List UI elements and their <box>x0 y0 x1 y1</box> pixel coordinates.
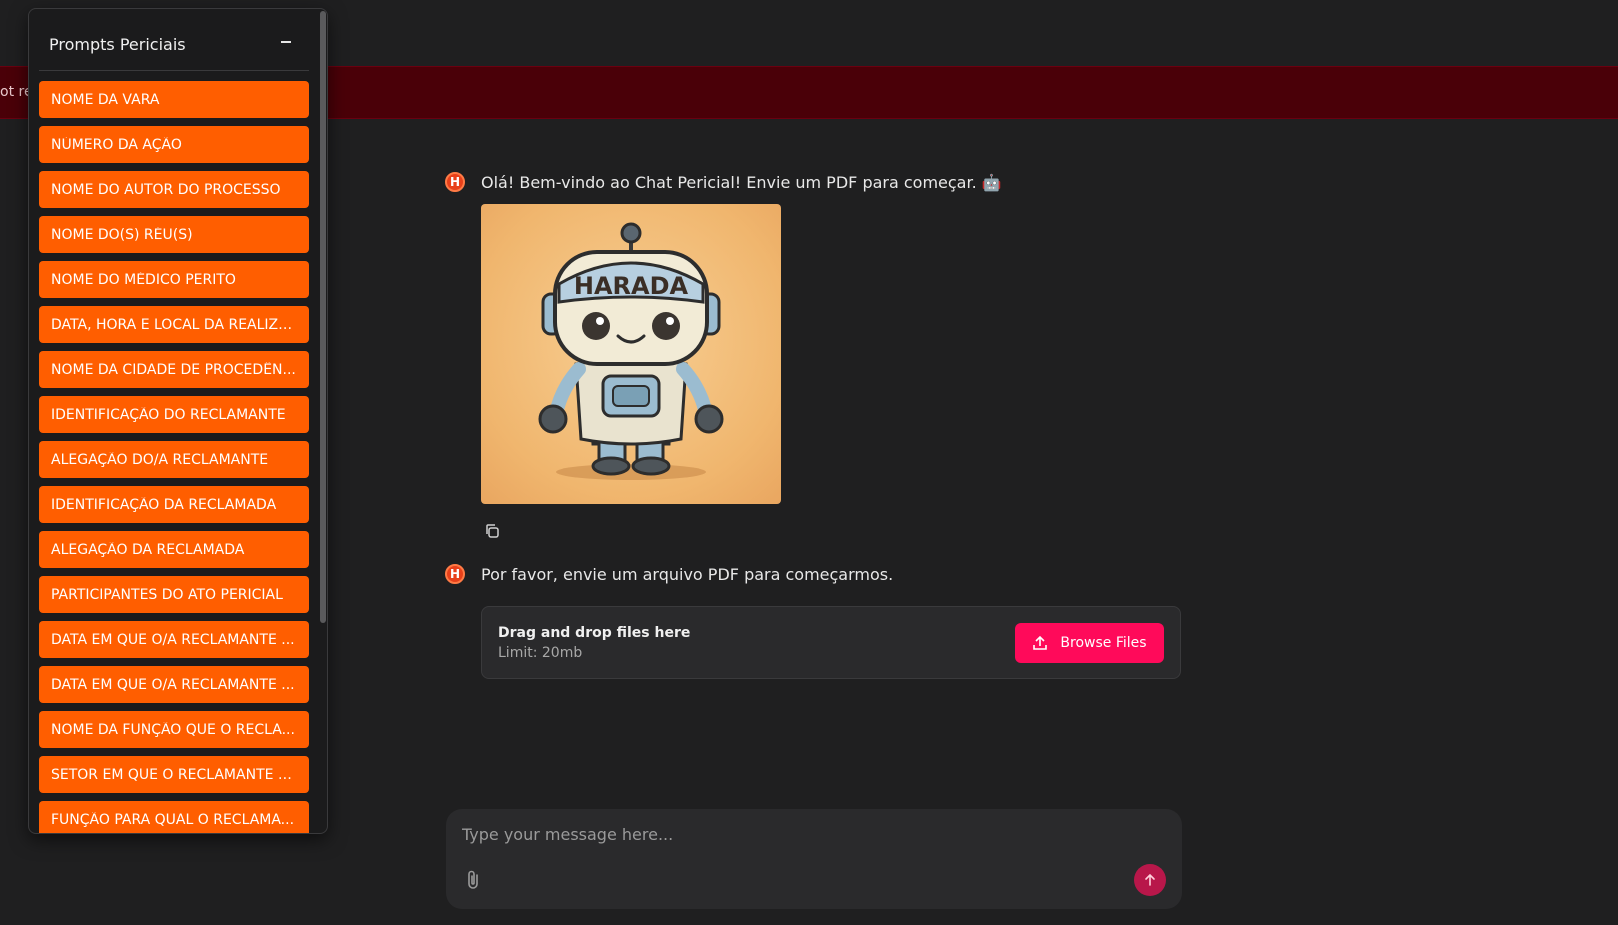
prompt-label: NOME DA VARA <box>51 91 160 108</box>
panel-scrollbar[interactable] <box>320 11 327 831</box>
prompt-button[interactable]: ALEGAÇÃO DO/A RECLAMANTE <box>39 441 309 478</box>
prompt-button[interactable]: NÚMERO DA AÇÃO <box>39 126 309 163</box>
avatar-letter: H <box>449 567 461 581</box>
prompt-button[interactable]: NOME DO AUTOR DO PROCESSO <box>39 171 309 208</box>
chat-input-area <box>446 809 1182 909</box>
prompt-label: NÚMERO DA AÇÃO <box>51 136 182 153</box>
browse-files-label: Browse Files <box>1060 635 1147 651</box>
prompt-label: DATA EM QUE O/A RECLAMANTE ... <box>51 676 295 693</box>
minus-icon <box>281 41 291 43</box>
prompt-button[interactable]: NOME DO MÉDICO PERITO <box>39 261 309 298</box>
paperclip-icon[interactable] <box>462 869 484 891</box>
prompt-text: Por favor, envie um arquivo PDF para com… <box>481 565 894 584</box>
avatar-letter: H <box>449 175 461 189</box>
prompt-label: IDENTIFICAÇÃO DA RECLAMADA <box>51 496 277 513</box>
prompt-label: SETOR EM QUE O RECLAMANTE T... <box>51 766 297 783</box>
prompt-label: DATA EM QUE O/A RECLAMANTE ... <box>51 631 295 648</box>
assistant-avatar: H <box>445 172 465 192</box>
assistant-message: H Olá! Bem-vindo ao Chat Pericial! Envie… <box>445 160 1185 542</box>
prompt-label: NOME DO MÉDICO PERITO <box>51 271 236 288</box>
panel-header: Prompts Periciais <box>39 9 309 71</box>
prompt-label: ALEGAÇÃO DA RECLAMADA <box>51 541 245 558</box>
robot-headband-text: HARADA <box>574 272 689 300</box>
panel-title: Prompts Periciais <box>49 35 186 54</box>
prompt-button[interactable]: IDENTIFICAÇÃO DO RECLAMANTE <box>39 396 309 433</box>
prompt-button[interactable]: DATA EM QUE O/A RECLAMANTE ... <box>39 666 309 703</box>
upload-icon <box>1033 635 1048 650</box>
robot-image: HARADA <box>481 204 781 504</box>
prompt-button[interactable]: NOME DA FUNÇÃO QUE O RECLA... <box>39 711 309 748</box>
prompt-button[interactable]: IDENTIFICAÇÃO DA RECLAMADA <box>39 486 309 523</box>
prompt-label: FUNÇÃO PARA QUAL O RECLAMA... <box>51 811 295 828</box>
prompt-button[interactable]: NOME DO(S) RÉU(S) <box>39 216 309 253</box>
prompt-label: DATA, HORA E LOCAL DA REALIZA... <box>51 316 297 333</box>
prompt-label: PARTICIPANTES DO ATO PERICIAL <box>51 586 283 603</box>
file-uploader[interactable]: Drag and drop files here Limit: 20mb Bro… <box>481 606 1181 679</box>
robot-illustration: HARADA <box>538 222 724 480</box>
prompt-button[interactable]: NOME DA CIDADE DE PROCEDÊN... <box>39 351 309 388</box>
prompt-label: NOME DA FUNÇÃO QUE O RECLA... <box>51 721 295 738</box>
prompt-label: NOME DA CIDADE DE PROCEDÊN... <box>51 361 296 378</box>
collapse-button[interactable] <box>275 31 297 53</box>
prompt-button[interactable]: DATA EM QUE O/A RECLAMANTE ... <box>39 621 309 658</box>
prompt-button[interactable]: FUNÇÃO PARA QUAL O RECLAMA... <box>39 801 309 833</box>
prompt-label: ALEGAÇÃO DO/A RECLAMANTE <box>51 451 269 468</box>
browse-files-button[interactable]: Browse Files <box>1015 623 1164 663</box>
prompt-list: NOME DA VARA NÚMERO DA AÇÃO NOME DO AUTO… <box>39 81 309 833</box>
prompt-label: NOME DO(S) RÉU(S) <box>51 226 193 243</box>
prompts-panel: Prompts Periciais NOME DA VARA NÚMERO DA… <box>28 8 328 834</box>
assistant-message: H Por favor, envie um arquivo PDF para c… <box>445 552 1185 679</box>
send-button[interactable] <box>1134 864 1166 896</box>
prompt-button[interactable]: PARTICIPANTES DO ATO PERICIAL <box>39 576 309 613</box>
arrow-up-icon <box>1145 873 1155 886</box>
message-input[interactable] <box>462 819 1082 849</box>
upload-limit: Limit: 20mb <box>498 645 583 661</box>
assistant-avatar: H <box>445 564 465 584</box>
prompt-label: IDENTIFICAÇÃO DO RECLAMANTE <box>51 406 286 423</box>
prompt-button[interactable]: DATA, HORA E LOCAL DA REALIZA... <box>39 306 309 343</box>
welcome-text: Olá! Bem-vindo ao Chat Pericial! Envie u… <box>481 173 1002 192</box>
prompt-button[interactable]: ALEGAÇÃO DA RECLAMADA <box>39 531 309 568</box>
scroll-thumb[interactable] <box>320 11 326 623</box>
prompt-label: NOME DO AUTOR DO PROCESSO <box>51 181 281 198</box>
prompt-button[interactable]: NOME DA VARA <box>39 81 309 118</box>
copy-icon[interactable] <box>481 520 503 542</box>
chat-area: H Olá! Bem-vindo ao Chat Pericial! Envie… <box>445 160 1185 679</box>
upload-title: Drag and drop files here <box>498 625 691 641</box>
prompt-button[interactable]: SETOR EM QUE O RECLAMANTE T... <box>39 756 309 793</box>
